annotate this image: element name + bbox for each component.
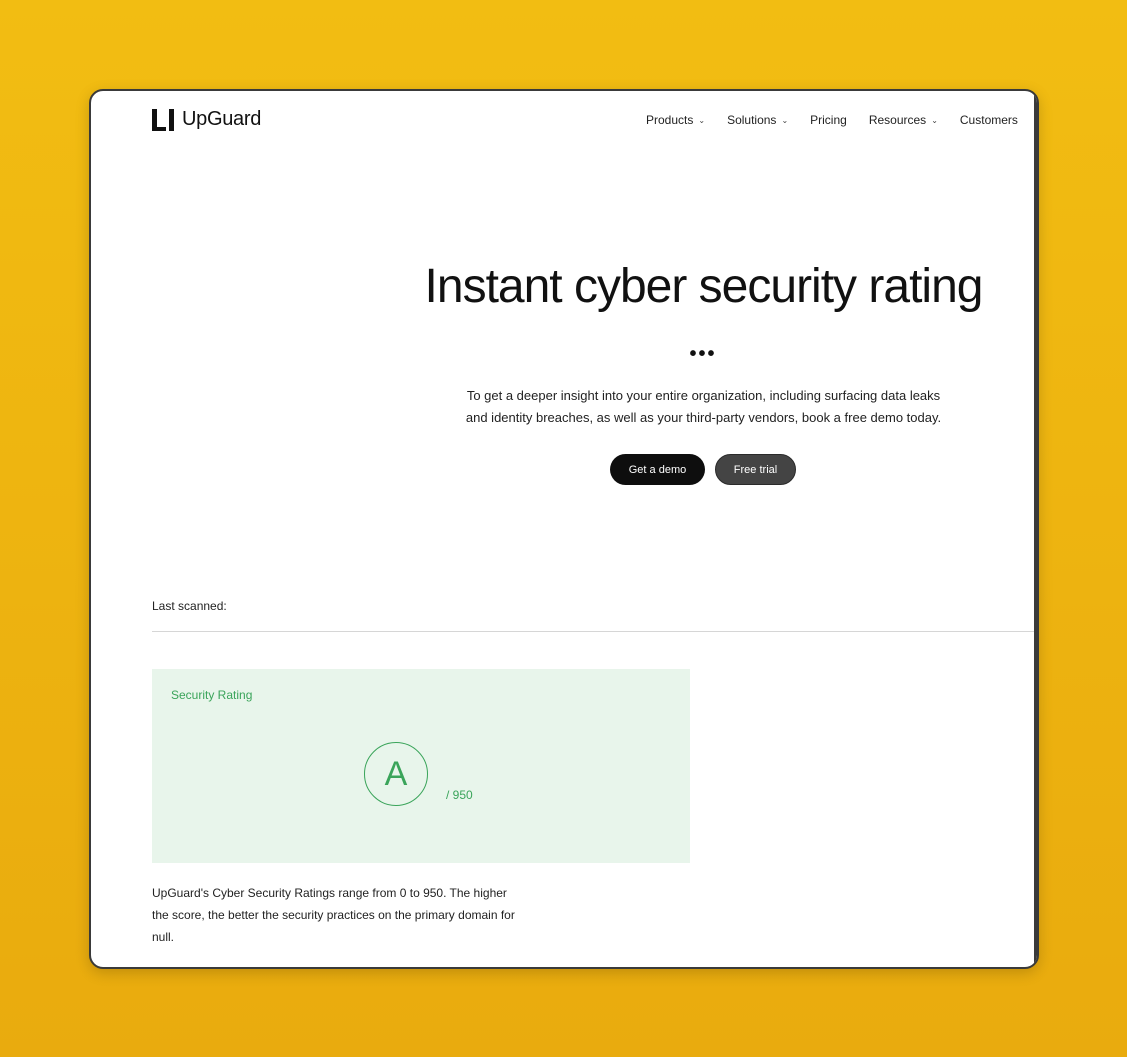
- nav-item-resources[interactable]: Resources ⌄: [869, 113, 938, 127]
- nav-item-pricing[interactable]: Pricing: [810, 113, 847, 127]
- nav-item-label: Customers: [959, 113, 1018, 127]
- nav-item-products[interactable]: Products ⌄: [646, 113, 705, 127]
- security-rating-label: Security Rating: [171, 688, 253, 702]
- logo-text: UpGuard: [182, 108, 262, 130]
- main-nav: Products ⌄ Solutions ⌄ Pricing Resources…: [646, 113, 1037, 127]
- rating-max: / 950: [446, 788, 473, 802]
- chevron-down-icon: ⌄: [698, 115, 706, 125]
- nav-item-label: Pricing: [810, 113, 847, 127]
- section-divider: [152, 631, 1037, 632]
- free-trial-button[interactable]: Free trial: [715, 454, 796, 485]
- chevron-down-icon: ⌄: [931, 115, 938, 125]
- nav-item-customers[interactable]: Customers: [960, 113, 1018, 127]
- nav-item-solutions[interactable]: Solutions ⌄: [727, 113, 788, 127]
- nav-item-label: Resources: [868, 113, 927, 127]
- last-scanned-label: Last scanned:: [152, 599, 227, 613]
- upguard-logo[interactable]: UpGuard: [152, 108, 261, 131]
- loading-dots-icon: •••: [689, 343, 717, 365]
- security-rating-card: Security Rating A / 950: [152, 669, 690, 863]
- rating-description: UpGuard's Cyber Security Ratings range f…: [152, 886, 515, 944]
- nav-item-label: Solutions: [727, 113, 777, 127]
- hero-subtitle: To get a deeper insight into your entire…: [441, 385, 966, 429]
- hero-title: Instant cyber security rating: [424, 260, 984, 313]
- browser-window: UpGuard Products ⌄ Solutions ⌄ Pricing R…: [89, 89, 1039, 969]
- hero-subtitle-line: and identity breaches, as well as your t…: [465, 410, 942, 425]
- hero-subtitle-line: To get a deeper insight into your entire…: [466, 388, 941, 403]
- get-demo-button[interactable]: Get a demo: [610, 454, 705, 485]
- upguard-logo-icon: [152, 108, 174, 131]
- chevron-down-icon: ⌄: [781, 115, 789, 125]
- nav-item-label: Products: [646, 113, 694, 127]
- grade-badge: A: [364, 742, 428, 806]
